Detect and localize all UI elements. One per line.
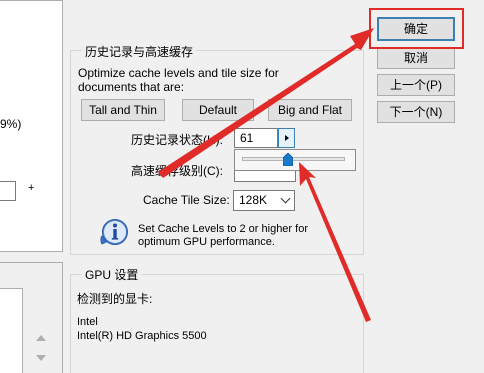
history-states-spin-button[interactable]	[278, 128, 295, 148]
cache-tile-size-label: Cache Tile Size:	[143, 193, 230, 207]
gpu-settings-title: GPU 设置	[82, 266, 142, 283]
big-and-flat-button[interactable]: Big and Flat	[268, 99, 352, 121]
history-slider-track[interactable]	[242, 157, 345, 161]
info-icon	[100, 219, 128, 245]
history-slider-thumb[interactable]	[283, 153, 294, 166]
optimize-intro-line2: documents that are:	[78, 80, 185, 94]
gpu-detected-label: 检测到的显卡:	[77, 292, 153, 306]
previous-button[interactable]: 上一个(P)	[377, 74, 455, 96]
scroll-up-arrow-icon[interactable]	[36, 335, 46, 341]
left-list-box[interactable]	[0, 288, 23, 373]
history-states-label: 历史记录状态(H):	[131, 133, 223, 147]
cancel-button[interactable]: 取消	[377, 47, 455, 69]
cache-tile-size-select[interactable]: 128K	[233, 190, 295, 211]
ok-highlight-box	[369, 8, 464, 49]
scroll-down-arrow-icon[interactable]	[36, 355, 46, 361]
gpu-settings-group	[70, 274, 364, 373]
tall-and-thin-button[interactable]: Tall and Thin	[81, 99, 165, 121]
history-states-input[interactable]: 61	[234, 128, 278, 148]
history-cache-title: 历史记录与高速缓存	[82, 43, 197, 60]
default-button[interactable]: Default	[182, 99, 254, 121]
gpu-tip-line2: optimum GPU performance.	[138, 236, 275, 248]
cache-tile-size-value: 128K	[239, 193, 268, 207]
left-input-field[interactable]	[0, 181, 16, 201]
left-percent-fragment: 9%)	[0, 117, 22, 131]
gpu-model: Intel(R) HD Graphics 5500	[77, 330, 207, 342]
cache-levels-label: 高速缓存级别(C):	[131, 164, 223, 178]
chevron-down-icon	[280, 193, 291, 204]
gpu-tip-line1: Set Cache Levels to 2 or higher for	[138, 223, 308, 235]
next-button[interactable]: 下一个(N)	[377, 101, 455, 123]
spin-right-arrow-icon	[285, 135, 289, 141]
left-plus-label: +	[28, 182, 35, 194]
gpu-vendor: Intel	[77, 316, 98, 328]
optimize-intro-line1: Optimize cache levels and tile size for	[78, 66, 279, 80]
cache-levels-input[interactable]	[234, 170, 296, 182]
